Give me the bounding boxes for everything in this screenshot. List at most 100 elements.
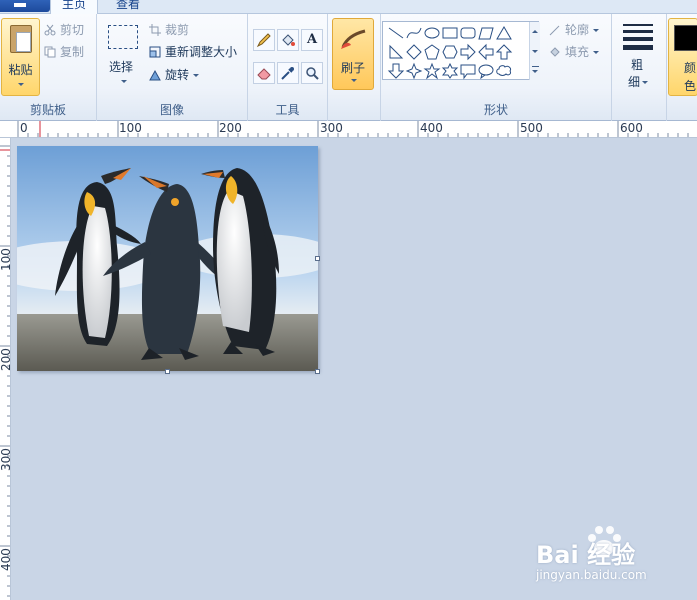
shapes-group-label: 形状	[483, 103, 508, 117]
copy-label: 复制	[60, 45, 85, 59]
size-group: 粗 细	[612, 14, 667, 121]
ruler-v-label-400: 400	[0, 548, 11, 571]
oval-shape-icon[interactable]	[423, 24, 441, 42]
diamond-shape-icon[interactable]	[405, 43, 423, 61]
resize-icon	[149, 46, 161, 58]
color-picker-tool[interactable]	[277, 62, 299, 84]
five-point-star-shape-icon[interactable]	[423, 62, 441, 80]
tools-group: A 工具	[248, 14, 328, 121]
horizontal-ruler: 0 100 200 300 400 500 600	[0, 121, 697, 138]
file-menu-icon	[14, 3, 26, 7]
horizontal-ruler-ticks	[17, 121, 689, 137]
ruler-h-label-400: 400	[420, 121, 443, 135]
ribbon-tab-bar: 主页 查看	[0, 0, 697, 14]
left-arrow-shape-icon[interactable]	[477, 43, 495, 61]
size-label-line2-text: 细	[628, 75, 641, 89]
shapes-gallery-scrollbar[interactable]	[529, 22, 540, 80]
rectangular-callout-shape-icon[interactable]	[459, 62, 477, 80]
pencil-tool[interactable]	[253, 29, 275, 51]
brushes-chevron-down-icon	[351, 79, 357, 82]
outline-icon	[549, 24, 561, 36]
resize-handle-bottom[interactable]	[165, 369, 170, 374]
ruler-h-label-0: 0	[20, 121, 28, 135]
text-icon: A	[306, 32, 318, 47]
ruler-h-label-200: 200	[219, 121, 242, 135]
baidu-watermark: Bai 经验 jingyan.baidu.com	[534, 524, 684, 586]
color1-label-line2: 色	[684, 79, 697, 93]
text-tool[interactable]: A	[301, 29, 323, 51]
tab-view[interactable]: 查看	[104, 0, 152, 14]
triangle-shape-icon[interactable]	[495, 24, 513, 42]
color1-label-line1: 颜	[684, 61, 697, 75]
ruler-v-label-100: 100	[0, 248, 11, 271]
scroll-down-icon[interactable]	[532, 50, 538, 53]
magnifier-icon	[306, 67, 319, 80]
right-arrow-shape-icon[interactable]	[459, 43, 477, 61]
four-point-star-shape-icon[interactable]	[405, 62, 423, 80]
magnifier-tool[interactable]	[301, 62, 323, 84]
select-label: 选择	[109, 60, 134, 74]
gallery-expand-chevron-icon[interactable]	[532, 70, 538, 73]
resize-handle-right[interactable]	[315, 256, 320, 261]
gallery-expand-icon[interactable]	[532, 66, 539, 67]
watermark-url: jingyan.baidu.com	[536, 568, 647, 582]
select-button[interactable]: 选择	[109, 58, 133, 75]
tools-group-label: 工具	[275, 103, 300, 117]
crop-button[interactable]: 裁剪	[149, 21, 189, 38]
ruler-h-label-500: 500	[520, 121, 543, 135]
clipboard-group: 粘贴 剪切 复制 剪贴板	[0, 14, 97, 121]
polygon-shape-icon[interactable]	[477, 24, 495, 42]
tab-home[interactable]: 主页	[50, 0, 98, 14]
right-triangle-shape-icon[interactable]	[387, 43, 405, 61]
color1-swatch	[674, 25, 697, 51]
copy-icon	[44, 46, 56, 58]
outline-button[interactable]: 轮廓	[549, 21, 599, 38]
vertical-ruler: 100 200 300 400	[0, 138, 11, 600]
oval-callout-shape-icon[interactable]	[477, 62, 495, 80]
color-group: 颜 色	[667, 14, 697, 121]
scroll-up-icon[interactable]	[532, 30, 538, 33]
six-point-star-shape-icon[interactable]	[441, 62, 459, 80]
color1-button[interactable]: 颜 色	[668, 18, 697, 96]
ribbon: 粘贴 剪切 复制 剪贴板 选择 裁剪 重新调整大小 旋转 图像 A 工具 刷子 …	[0, 14, 697, 121]
rotate-label: 旋转	[165, 68, 190, 82]
fill-tool[interactable]	[277, 29, 299, 51]
size-label-line2: 细	[628, 73, 649, 90]
size-button[interactable]: 粗 细	[612, 14, 666, 104]
copy-button[interactable]: 复制	[44, 43, 84, 60]
paste-label: 粘贴	[8, 63, 33, 77]
resize-handle-corner[interactable]	[315, 369, 320, 374]
scissors-icon	[44, 24, 56, 36]
eraser-tool[interactable]	[253, 62, 275, 84]
fill-button[interactable]: 填充	[549, 43, 599, 60]
shapes-gallery	[382, 21, 540, 80]
up-arrow-shape-icon[interactable]	[495, 43, 513, 61]
image-group: 选择 裁剪 重新调整大小 旋转 图像	[97, 14, 248, 121]
hexagon-shape-icon[interactable]	[441, 43, 459, 61]
chevron-down-icon	[18, 83, 24, 86]
resize-button[interactable]: 重新调整大小	[149, 43, 237, 60]
curve-shape-icon[interactable]	[405, 24, 423, 42]
image-group-label: 图像	[159, 103, 184, 117]
rotate-chevron-down-icon	[192, 74, 199, 77]
rectangle-shape-icon[interactable]	[441, 24, 459, 42]
cloud-callout-shape-icon[interactable]	[495, 62, 513, 80]
down-arrow-shape-icon[interactable]	[387, 62, 405, 80]
line-shape-icon[interactable]	[387, 24, 405, 42]
rounded-rectangle-shape-icon[interactable]	[459, 24, 477, 42]
fill-label: 填充	[565, 45, 590, 59]
pentagon-shape-icon[interactable]	[423, 43, 441, 61]
size-chevron-down-icon	[642, 81, 649, 84]
paste-button[interactable]: 粘贴	[1, 18, 40, 96]
select-chevron-down-icon[interactable]	[121, 80, 127, 83]
brushes-group: 刷子	[328, 14, 381, 121]
rotate-button[interactable]: 旋转	[149, 66, 199, 83]
size-label-line1: 粗	[631, 58, 644, 72]
select-icon	[108, 25, 138, 49]
penguins-image	[0, 146, 337, 371]
brushes-button[interactable]: 刷子	[332, 18, 374, 90]
file-menu-button[interactable]	[0, 0, 50, 12]
cut-button[interactable]: 剪切	[44, 21, 84, 38]
drawing-canvas[interactable]	[0, 146, 337, 374]
ruler-h-label-300: 300	[320, 121, 343, 135]
